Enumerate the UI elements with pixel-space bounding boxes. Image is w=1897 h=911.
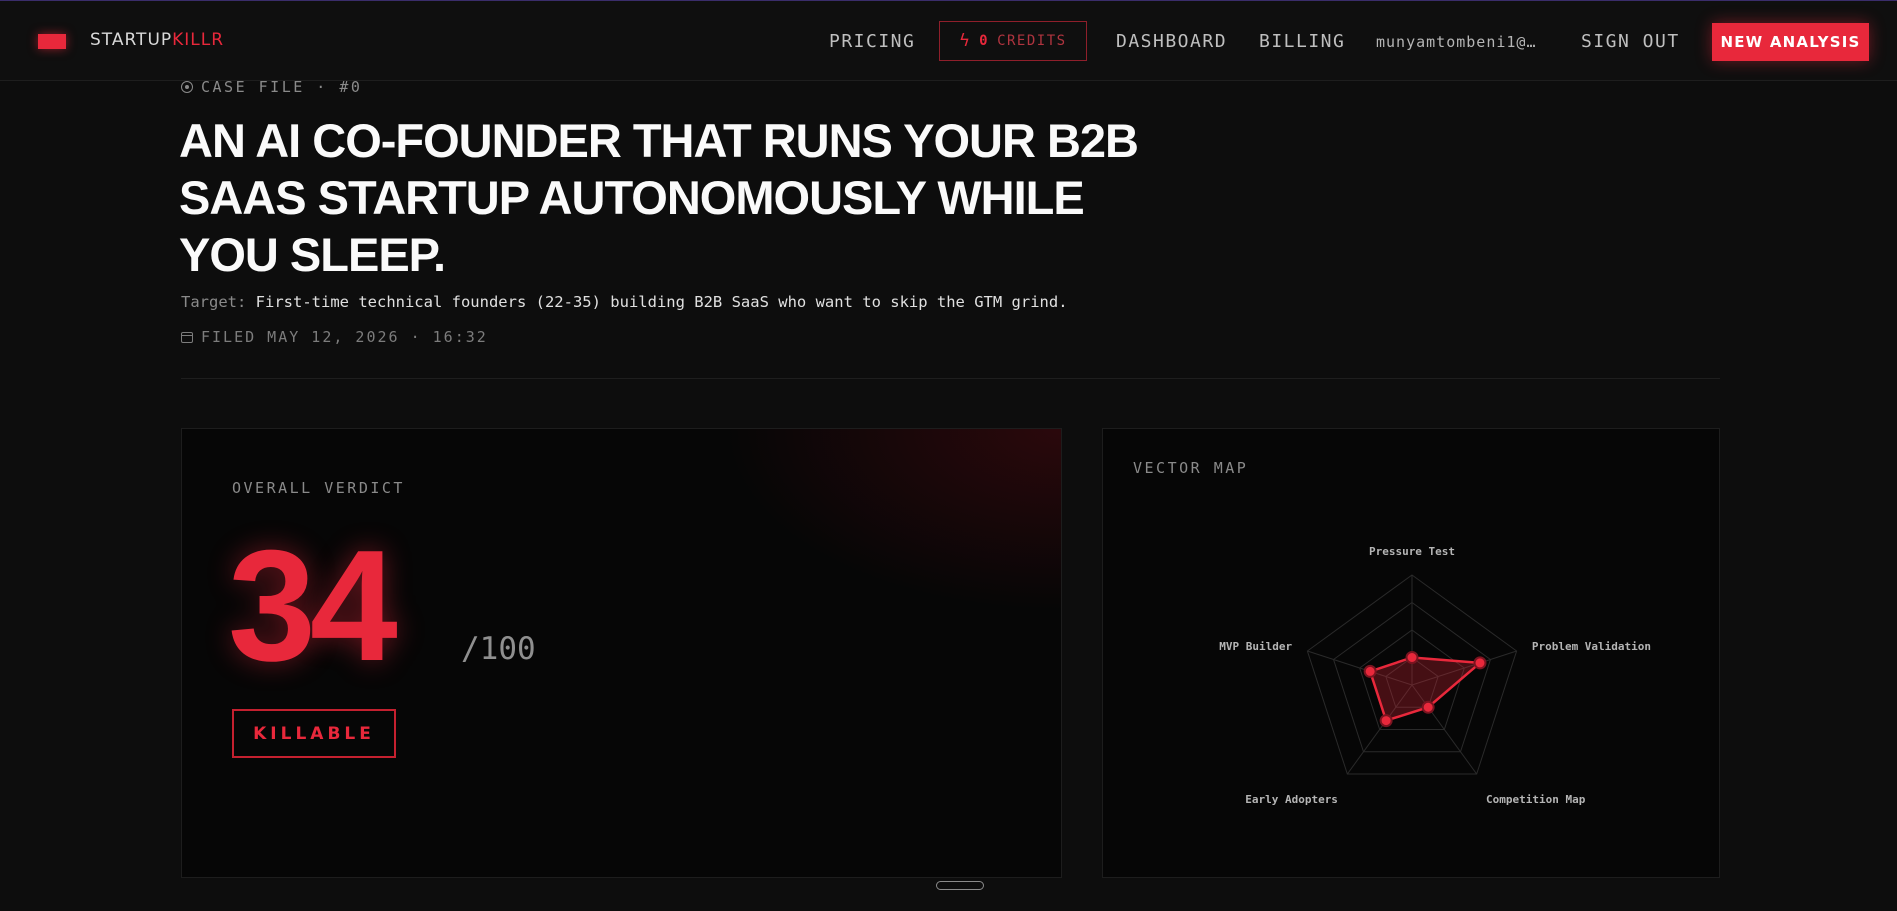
brand-suffix: KILLR [172, 30, 225, 50]
section-divider [181, 378, 1720, 379]
nav-pricing-link[interactable]: PRICING [829, 31, 915, 52]
verdict-label: OVERALL VERDICT [232, 479, 405, 497]
radar-chart: Pressure Test Problem Validation Competiti… [1219, 545, 1651, 806]
scroll-handle[interactable] [936, 881, 984, 890]
radar-data-point [1363, 664, 1377, 678]
target-value: First-time technical founders (22-35) bu… [255, 293, 1068, 311]
radar-category-label: MVP Builder [1219, 640, 1292, 653]
radar-data-point [1421, 700, 1435, 714]
radar-category-label: Pressure Test [1369, 545, 1455, 558]
credits-count: 0 [979, 33, 990, 49]
case-file-text: CASE FILE · #0 [201, 78, 363, 96]
verdict-score: 34 [228, 518, 398, 694]
credits-label: CREDITS [997, 33, 1067, 49]
radar-category-label: Problem Validation [1532, 640, 1651, 653]
brand-logo-icon[interactable] [38, 34, 66, 49]
brand-name[interactable]: STARTUPKILLR [90, 30, 224, 50]
filed-date: FILED MAY 12, 2026 · 16:32 [181, 328, 488, 346]
verdict-max: /100 [461, 631, 536, 667]
vector-map-panel: VECTOR MAP Pressure Test Problem Validati… [1102, 428, 1720, 878]
verdict-badge: KILLABLE [232, 709, 396, 758]
new-analysis-button[interactable]: NEW ANALYSIS [1712, 23, 1869, 61]
overall-verdict-panel: OVERALL VERDICT 34 /100 KILLABLE [181, 428, 1062, 878]
top-navbar: STARTUPKILLR PRICING ϟ 0 CREDITS DASHBOA… [0, 1, 1897, 81]
case-file-label: CASE FILE · #0 [181, 78, 362, 96]
target-icon [181, 81, 193, 93]
calendar-icon [181, 331, 193, 343]
sign-out-link[interactable]: SIGN OUT [1581, 31, 1680, 52]
nav-billing-link[interactable]: BILLING [1259, 31, 1345, 52]
radar-data-point [1379, 714, 1393, 728]
user-email[interactable]: munyamtombeni1@… [1376, 33, 1537, 51]
radar-data-point [1405, 651, 1419, 664]
brand-prefix: STARTUP [90, 30, 173, 50]
radar-category-label: Competition Map [1486, 793, 1586, 806]
credits-button[interactable]: ϟ 0 CREDITS [939, 21, 1087, 61]
target-key: Target: [181, 293, 247, 311]
filed-date-text: FILED MAY 12, 2026 · 16:32 [201, 328, 488, 346]
page-title: AN AI CO-FOUNDER THAT RUNS YOUR B2B SAAS… [179, 114, 1139, 281]
target-audience: Target: First-time technical founders (2… [181, 293, 1068, 311]
lightning-icon: ϟ [959, 31, 972, 51]
radar-category-label: Early Adopters [1245, 793, 1338, 806]
nav-dashboard-link[interactable]: DASHBOARD [1116, 31, 1227, 52]
radar-data-point [1473, 656, 1487, 670]
